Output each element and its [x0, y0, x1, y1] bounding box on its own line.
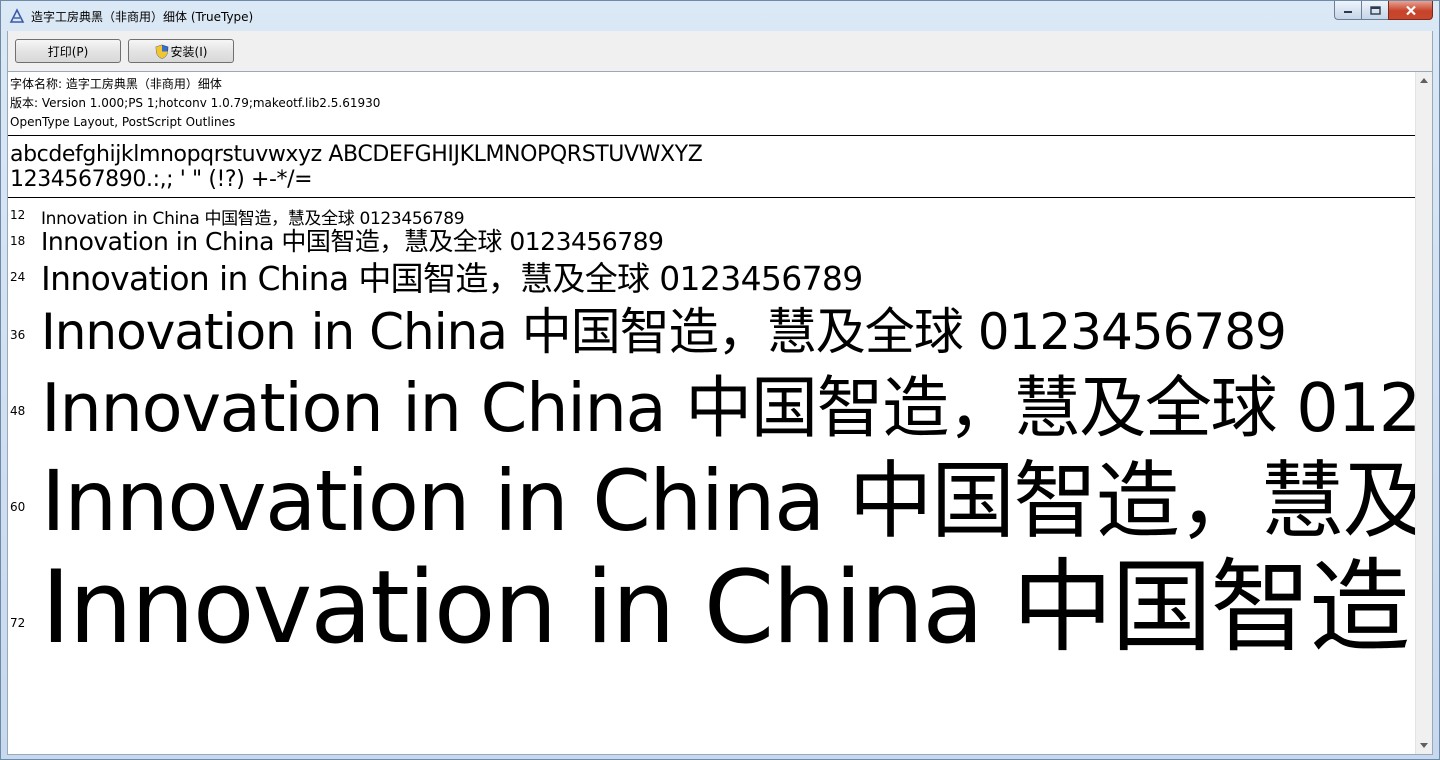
- sample-size-label: 48: [10, 404, 26, 418]
- font-viewer-icon: [9, 8, 25, 23]
- install-button-label: 安装(I): [170, 44, 208, 59]
- sample-size-label: 12: [10, 208, 26, 222]
- minimize-button[interactable]: [1334, 1, 1361, 20]
- sample-row-12: 12 Innovation in China 中国智造，慧及全球 0123456…: [8, 202, 1416, 229]
- arrow-up-icon: [1420, 78, 1428, 83]
- vertical-scrollbar[interactable]: [1415, 72, 1432, 754]
- minimize-icon: [1344, 11, 1352, 13]
- print-button-label: 打印(P): [47, 44, 89, 59]
- close-button[interactable]: [1388, 1, 1433, 20]
- maximize-icon: [1369, 5, 1381, 15]
- uac-shield-icon: [155, 44, 168, 59]
- sample-size-label: 72: [10, 616, 26, 630]
- font-name: 字体名称: 造字工房典黑（非商用）细体: [10, 77, 222, 91]
- sample-size-label: 36: [10, 328, 26, 342]
- maximize-button[interactable]: [1361, 1, 1388, 20]
- close-icon: [1405, 5, 1416, 15]
- caption-buttons: [1334, 1, 1433, 20]
- sample-size-label: 24: [10, 270, 26, 284]
- font-viewer-window: 造字工房典黑（非商用）细体 (TrueType) 打印(P) 安装(I) 字体名…: [0, 0, 1440, 760]
- sample-row-72: 72 Innovation in China 中国智造，慧及全球 0123456…: [8, 538, 1416, 666]
- sample-size-label: 60: [10, 500, 26, 514]
- scroll-up-button[interactable]: [1416, 72, 1432, 89]
- window-title: 造字工房典黑（非商用）细体 (TrueType): [31, 10, 254, 24]
- sample-text: Innovation in China 中国智造，慧及全球 0123456789: [41, 548, 1416, 666]
- sample-row-18: 18 Innovation in China 中国智造，慧及全球 0123456…: [8, 222, 1416, 256]
- font-format: OpenType Layout, PostScript Outlines: [10, 115, 236, 129]
- scroll-down-button[interactable]: [1416, 737, 1432, 754]
- divider: [8, 135, 1416, 136]
- sample-row-48: 48 Innovation in China 中国智造，慧及全球 0123456…: [8, 360, 1416, 447]
- print-button[interactable]: 打印(P): [15, 39, 121, 63]
- sample-row-36: 36 Innovation in China 中国智造，慧及全球 0123456…: [8, 294, 1416, 361]
- charset-digits: 1234567890.:,; ' " (!?) +-*/=: [10, 167, 313, 192]
- title-bar[interactable]: 造字工房典黑（非商用）细体 (TrueType): [1, 1, 1439, 31]
- sample-row-60: 60 Innovation in China 中国智造，慧及全球 0123456…: [8, 444, 1416, 550]
- sample-row-24: 24 Innovation in China 中国智造，慧及全球 0123456…: [8, 252, 1416, 298]
- sample-list: 12 Innovation in China 中国智造，慧及全球 0123456…: [8, 198, 1416, 754]
- install-button[interactable]: 安装(I): [128, 39, 234, 63]
- sample-size-label: 18: [10, 234, 26, 248]
- toolbar: 打印(P) 安装(I): [7, 31, 1433, 71]
- arrow-down-icon: [1420, 743, 1428, 748]
- font-version: 版本: Version 1.000;PS 1;hotconv 1.0.79;ma…: [10, 96, 381, 110]
- font-info: 字体名称: 造字工房典黑（非商用）细体 版本: Version 1.000;PS…: [10, 75, 380, 132]
- charset-letters: abcdefghijklmnopqrstuvwxyz ABCDEFGHIJKLM…: [10, 142, 703, 167]
- font-preview-area: 字体名称: 造字工房典黑（非商用）细体 版本: Version 1.000;PS…: [7, 71, 1433, 755]
